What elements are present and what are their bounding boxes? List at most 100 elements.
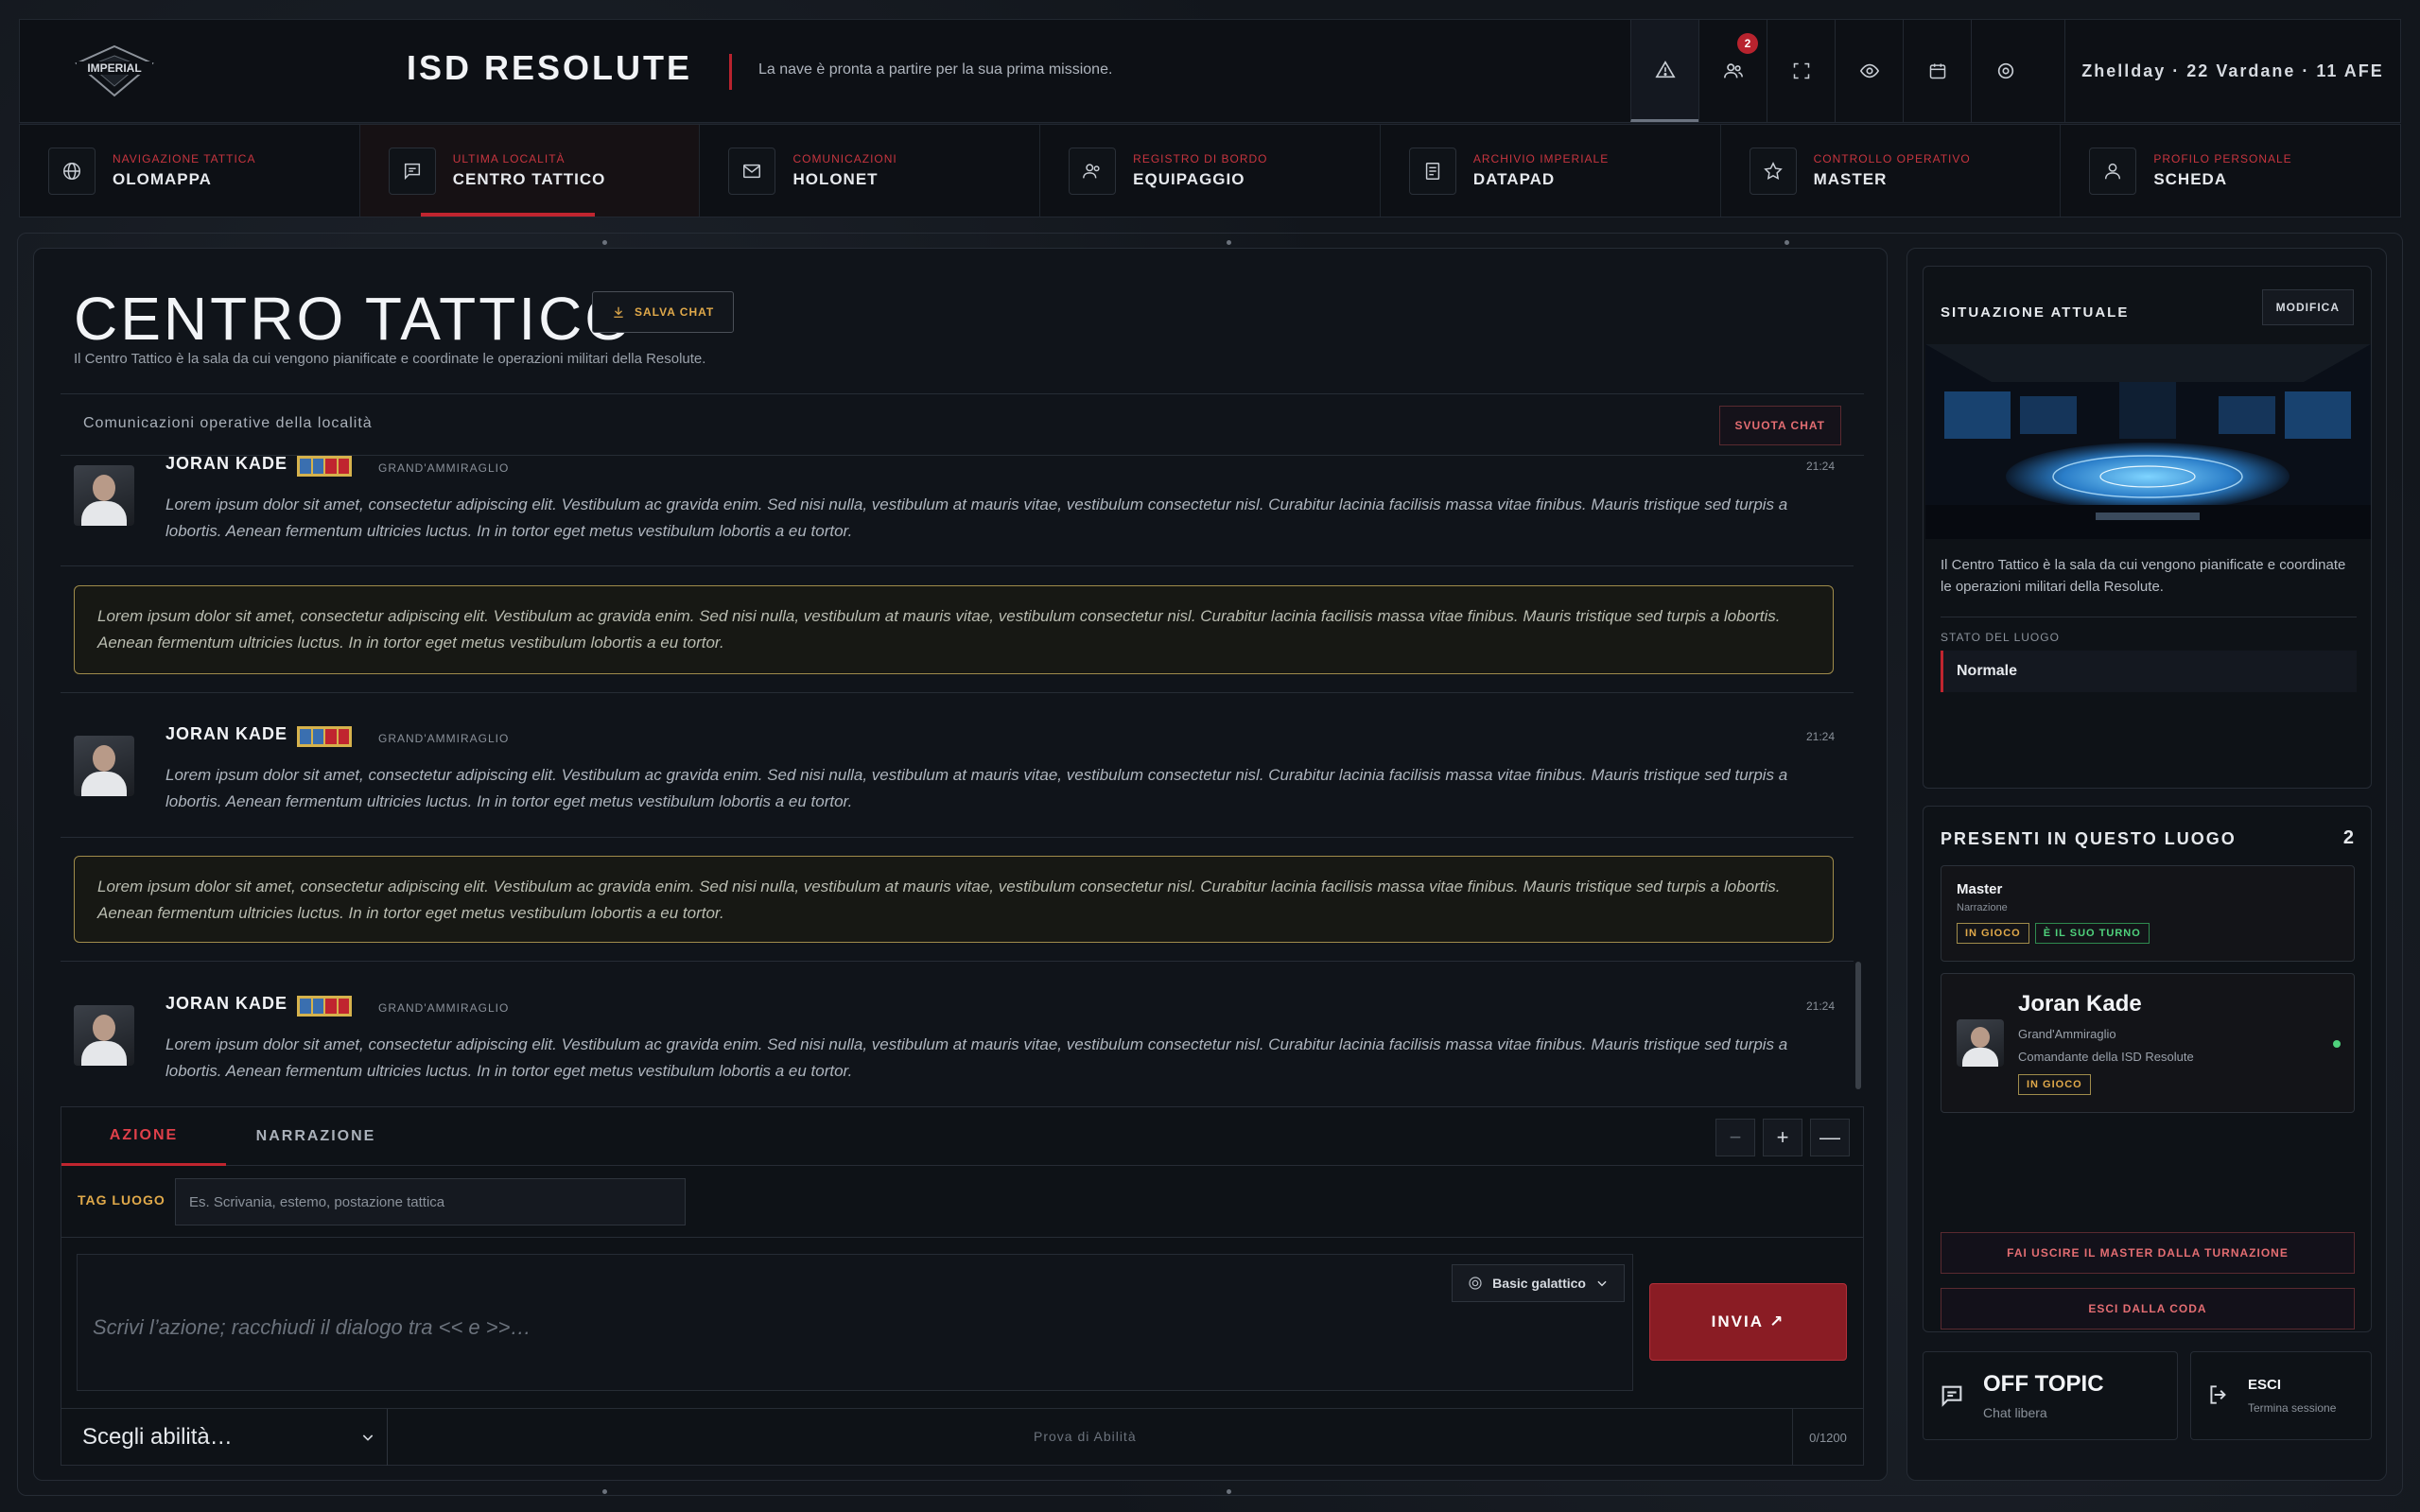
tab-azione[interactable]: AZIONE [61, 1107, 226, 1166]
nav-holonet[interactable]: COMUNICAZIONI HOLONET [700, 125, 1041, 217]
exit-session-button[interactable]: ESCI Termina sessione [2190, 1351, 2372, 1440]
chat-message: JORAN KADE GRAND'AMMIRAGLIO 21:24 Lorem … [61, 456, 1854, 566]
off-topic-title: OFF TOPIC [1983, 1371, 2104, 1397]
chat-message: JORAN KADE GRAND'AMMIRAGLIO 21:24 Lorem … [61, 962, 1854, 1106]
game-date: Zhellday · 22 Vardane · 11 AFE [2064, 20, 2400, 122]
present-panel: PRESENTI IN QUESTO LUOGO 2 Master Narraz… [1923, 806, 2372, 1332]
send-button[interactable]: INVIA ↗ [1649, 1283, 1847, 1361]
frame-dot [602, 240, 607, 245]
chat-log[interactable]: JORAN KADE GRAND'AMMIRAGLIO 21:24 Lorem … [61, 456, 1864, 1106]
tag-label: TAG LUOGO [78, 1192, 165, 1208]
document-icon [1408, 147, 1456, 195]
message-author[interactable]: JORAN KADE [165, 456, 287, 474]
tag-location-input[interactable] [175, 1178, 686, 1225]
present-title: PRESENTI IN QUESTO LUOGO [1941, 829, 2237, 848]
nav-olomappa[interactable]: NAVIGAZIONE TATTICA OLOMAPPA [20, 125, 360, 217]
nav-label: EQUIPAGGIO [1133, 170, 1245, 188]
calendar-icon [1929, 63, 1945, 79]
ability-row: Scegli abilità… Prova di Abilità 0/1200 [61, 1408, 1863, 1466]
situation-panel: SITUAZIONE ATTUALE MODIFICA Il Centro Ta… [1923, 266, 2372, 789]
master-name: Master [1957, 881, 2003, 897]
location-image [1925, 344, 2371, 539]
chevron-down-icon [362, 1434, 374, 1441]
chevron-down-icon [1597, 1280, 1607, 1287]
avatar[interactable] [74, 465, 134, 526]
decrease-button[interactable]: − [1715, 1119, 1755, 1156]
scrollbar-thumb[interactable] [1855, 962, 1861, 1089]
ability-hint: Prova di Abilità [1034, 1429, 1137, 1444]
avatar[interactable] [74, 736, 134, 796]
language-select[interactable]: Basic galattico [1452, 1264, 1625, 1302]
in-game-badge: IN GIOCO [1957, 923, 2029, 944]
calendar-button[interactable] [1903, 20, 1971, 122]
ship-subtitle: La nave è pronta a partire per la sua pr… [758, 61, 1113, 78]
page-description: Il Centro Tattico è la sala da cui vengo… [74, 351, 706, 367]
ability-select[interactable]: Scegli abilità… [61, 1409, 388, 1466]
action-textarea[interactable]: Scrivi l’azione; racchiudi il dialogo tr… [77, 1254, 1633, 1391]
turn-badge: È IL SUO TURNO [2034, 923, 2150, 944]
chat-scrollbar[interactable] [1854, 456, 1862, 1106]
exit-queue-button[interactable]: ESCI DALLA CODA [1941, 1288, 2355, 1330]
alert-icon [1654, 60, 1676, 78]
settings-button[interactable] [1971, 20, 2039, 122]
nav-centro-tattico[interactable]: ULTIMA LOCALITÀ CENTRO TATTICO [359, 125, 701, 217]
chat-icon [388, 147, 436, 195]
edit-button[interactable]: MODIFICA [2261, 289, 2354, 325]
composer: AZIONE NARRAZIONE − + — TAG LUOGO Scrivi… [61, 1106, 1864, 1466]
top-header: IMPERIAL ISD RESOLUTE La nave è pronta a… [19, 19, 2401, 123]
message-time: 21:24 [1805, 999, 1835, 1013]
player-avatar[interactable] [1957, 1019, 2004, 1067]
off-topic-button[interactable]: OFF TOPIC Chat libera [1923, 1351, 2178, 1440]
exit-sub: Termina sessione [2248, 1401, 2337, 1415]
frame-dot [602, 1489, 607, 1494]
rank-insignia [297, 996, 352, 1017]
star-icon [1749, 147, 1797, 195]
player-title: Comandante della ISD Resolute [2018, 1050, 2194, 1064]
message-text: Lorem ipsum dolor sit amet, consectetur … [165, 766, 1788, 810]
ship-title: ISD RESOLUTE [407, 48, 693, 87]
nav-caption: REGISTRO DI BORDO [1133, 152, 1268, 165]
main-nav: NAVIGAZIONE TATTICA OLOMAPPA ULTIMA LOCAL… [19, 124, 2401, 217]
nav-master[interactable]: CONTROLLO OPERATIVO MASTER [1721, 125, 2062, 217]
nav-label: OLOMAPPA [113, 170, 212, 188]
situation-title: SITUAZIONE ATTUALE [1941, 304, 2130, 321]
frame-dot [1785, 240, 1789, 245]
imperial-logo[interactable]: IMPERIAL [58, 38, 171, 104]
remove-master-button[interactable]: FAI USCIRE IL MASTER DALLA TURNAZIONE [1941, 1232, 2355, 1274]
frame-dot [1227, 240, 1231, 245]
chat-bubble-icon [1941, 1385, 1962, 1407]
chat-panel: CENTRO TATTICO SALVA CHAT Il Centro Tatt… [33, 248, 1888, 1481]
online-indicator [2333, 1040, 2341, 1048]
tag-row: TAG LUOGO [61, 1166, 1863, 1238]
fullscreen-button[interactable] [1767, 20, 1835, 122]
nav-label: SCHEDA [2153, 170, 2228, 188]
message-author[interactable]: JORAN KADE [165, 724, 287, 744]
logo-text: IMPERIAL [87, 61, 141, 75]
nav-equipaggio[interactable]: REGISTRO DI BORDO EQUIPAGGIO [1040, 125, 1381, 217]
download-icon [614, 306, 623, 318]
nav-caption: PROFILO PERSONALE [2153, 152, 2292, 165]
save-chat-button[interactable]: SALVA CHAT [592, 291, 735, 333]
chat-section-bar: Comunicazioni operative della località S… [61, 393, 1864, 456]
clear-chat-button[interactable]: SVUOTA CHAT [1718, 406, 1841, 445]
state-label: STATO DEL LUOGO [1941, 631, 2060, 644]
situation-description: Il Centro Tattico è la sala da cui vengo… [1941, 557, 2346, 595]
nav-caption: ARCHIVIO IMPERIALE [1472, 152, 1610, 165]
visibility-button[interactable] [1835, 20, 1903, 122]
collapse-button[interactable]: — [1810, 1119, 1850, 1156]
master-role: Narrazione [1957, 902, 2008, 913]
message-author[interactable]: JORAN KADE [165, 994, 287, 1014]
nav-scheda[interactable]: PROFILO PERSONALE SCHEDA [2061, 125, 2400, 217]
player-card[interactable]: Joran Kade Grand'Ammiraglio Comandante d… [1941, 973, 2355, 1113]
nav-datapad[interactable]: ARCHIVIO IMPERIALE DATAPAD [1381, 125, 1721, 217]
increase-button[interactable]: + [1763, 1119, 1802, 1156]
avatar[interactable] [74, 1005, 134, 1066]
nav-caption: NAVIGAZIONE TATTICA [113, 152, 256, 165]
player-name: Joran Kade [2018, 991, 2142, 1017]
users-button[interactable]: 2 [1698, 20, 1767, 122]
tab-narrazione[interactable]: NARRAZIONE [226, 1107, 406, 1166]
master-card[interactable]: Master Narrazione IN GIOCO È IL SUO TURN… [1941, 865, 2355, 962]
save-chat-label: SALVA CHAT [635, 305, 715, 319]
alert-button[interactable] [1630, 20, 1698, 122]
language-icon [1469, 1277, 1482, 1290]
